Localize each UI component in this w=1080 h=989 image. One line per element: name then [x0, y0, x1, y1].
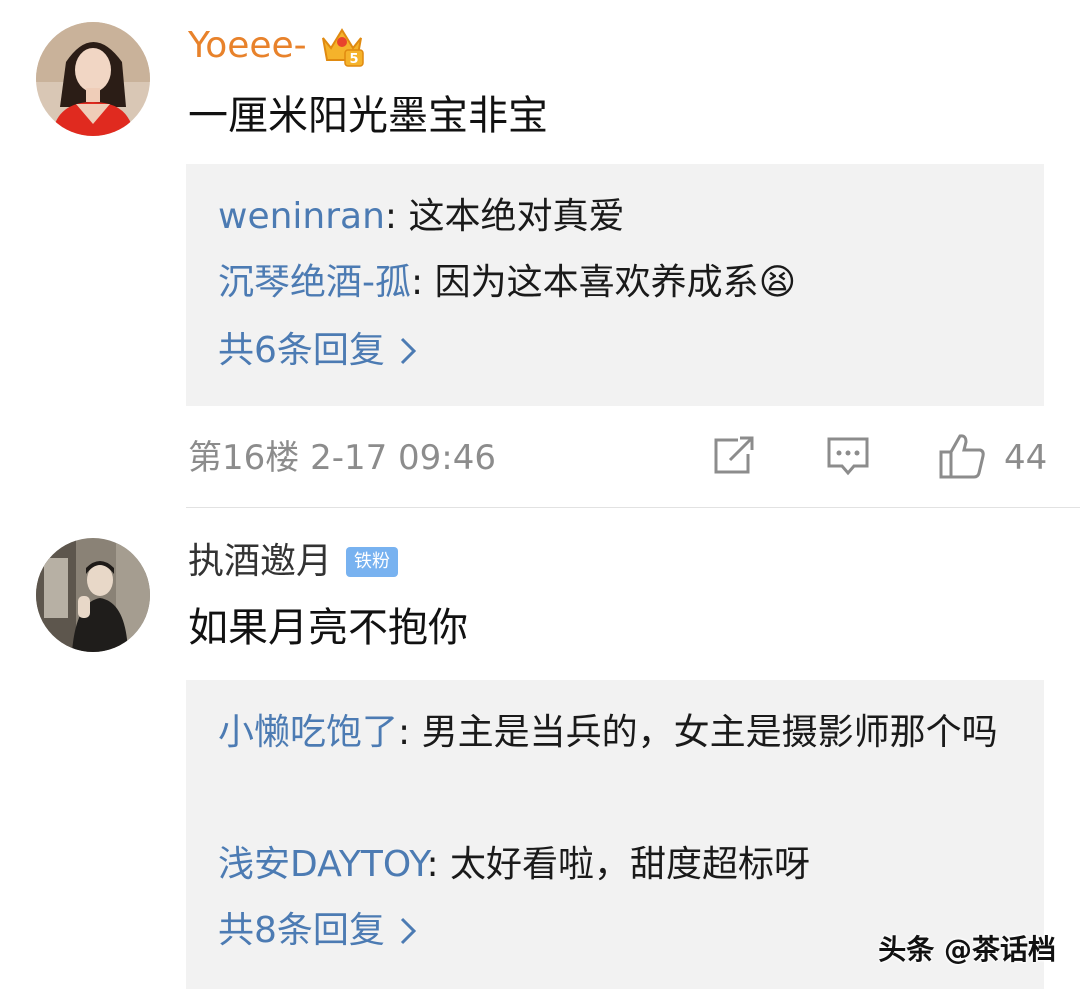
more-replies-label[interactable]: 共6条回复	[218, 326, 385, 376]
watermark: 头条 @茶话档	[878, 933, 1056, 966]
tired-face-emoji-icon: 😫	[758, 262, 797, 303]
more-replies-label[interactable]: 共8条回复	[218, 906, 385, 956]
svg-text:5: 5	[349, 52, 358, 67]
comment-item: Yoeee- 5 一厘米阳光墨宝非宝 weninran: 这本绝对真爱 沉琴绝酒…	[0, 0, 1080, 508]
reply-item[interactable]: 沉琴绝酒-孤: 因为这本喜欢养成系😫	[218, 250, 1004, 316]
crown-badge-icon: 5	[319, 24, 365, 68]
view-more-replies-link[interactable]: 共6条回复	[218, 326, 417, 376]
chevron-right-icon	[400, 337, 417, 365]
reply-username[interactable]: 沉琴绝酒-孤	[218, 262, 411, 303]
reply-item[interactable]: 浅安DAYTOY: 太好看啦，甜度超标呀	[218, 832, 1004, 898]
share-icon[interactable]	[712, 436, 756, 476]
username[interactable]: Yoeee- 5	[188, 24, 365, 68]
reply-username[interactable]: weninran	[218, 196, 385, 237]
chevron-right-icon	[400, 917, 417, 945]
comment-item: 执酒邀月 铁粉 如果月亮不抱你 小懒吃饱了: 男主是当兵的，女主是摄影师那个吗 …	[0, 508, 1080, 989]
comment-text: 如果月亮不抱你	[188, 605, 468, 651]
reply-text: : 太好看啦，甜度超标呀	[426, 844, 811, 885]
avatar[interactable]	[36, 22, 150, 136]
iron-fan-badge: 铁粉	[346, 547, 399, 577]
reply-username[interactable]: 小懒吃饱了	[218, 712, 398, 753]
reply-item[interactable]: weninran: 这本绝对真爱	[218, 184, 1004, 250]
reply-text: : 因为这本喜欢养成系	[411, 262, 759, 303]
comment-icon[interactable]	[826, 436, 870, 476]
username[interactable]: 执酒邀月 铁粉	[188, 540, 399, 584]
floor-timestamp: 第16楼 2-17 09:46	[188, 438, 497, 478]
avatar[interactable]	[36, 538, 150, 652]
thumbs-up-icon[interactable]	[938, 432, 986, 480]
reply-item[interactable]: 小懒吃饱了: 男主是当兵的，女主是摄影师那个吗	[218, 700, 1004, 766]
view-more-replies-link[interactable]: 共8条回复	[218, 906, 417, 956]
comment-text: 一厘米阳光墨宝非宝	[188, 93, 548, 139]
reply-text: : 这本绝对真爱	[384, 196, 625, 237]
reply-username[interactable]: 浅安DAYTOY	[218, 844, 426, 885]
reply-text: : 男主是当兵的，女主是摄影师那个吗	[398, 712, 998, 753]
like-count: 44	[1004, 438, 1048, 478]
username-text[interactable]: Yoeee-	[188, 24, 307, 68]
reply-preview-box[interactable]: weninran: 这本绝对真爱 沉琴绝酒-孤: 因为这本喜欢养成系😫 共6条回…	[186, 164, 1044, 406]
username-text[interactable]: 执酒邀月	[188, 540, 332, 584]
